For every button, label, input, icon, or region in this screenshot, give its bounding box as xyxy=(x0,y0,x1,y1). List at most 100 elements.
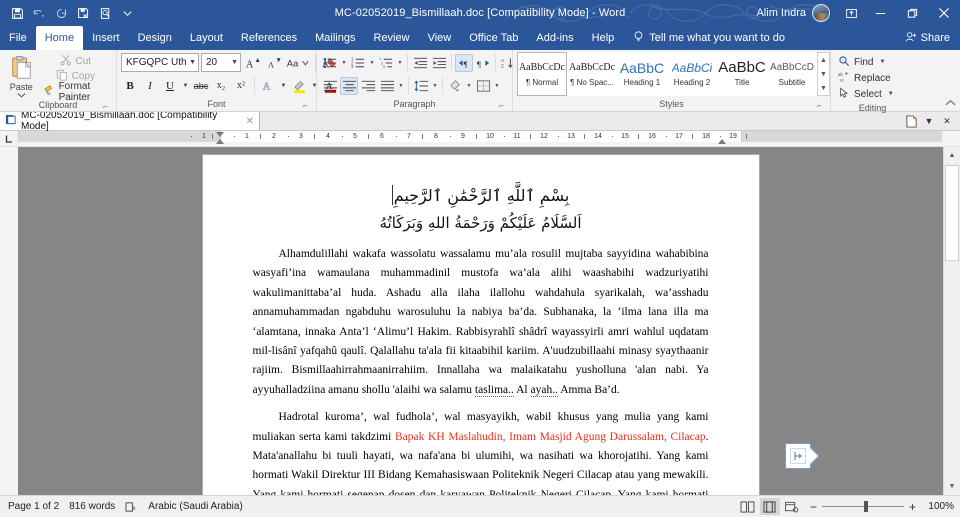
ltr-text-direction-button[interactable]: ¶ xyxy=(455,53,473,72)
dialog-launcher-icon[interactable]: ⌐ xyxy=(301,101,310,110)
scroll-up-icon[interactable]: ▲ xyxy=(818,53,829,67)
tab-file[interactable]: File xyxy=(0,26,36,50)
web-layout-icon[interactable] xyxy=(782,498,802,515)
tab-review[interactable]: Review xyxy=(365,26,419,50)
increase-indent-button[interactable] xyxy=(430,54,448,72)
multilevel-list-button[interactable]: 123 xyxy=(377,54,395,72)
scroll-up-icon[interactable]: ▲ xyxy=(944,147,960,164)
bold-button[interactable]: B xyxy=(121,77,139,95)
style-heading-1[interactable]: AaBbC Heading 1 xyxy=(617,52,667,96)
change-case-button[interactable]: Aa xyxy=(285,53,311,72)
format-painter-button[interactable]: Format Painter xyxy=(39,81,112,103)
language-indicator[interactable]: Arabic (Saudi Arabia) xyxy=(146,501,251,512)
superscript-button[interactable]: x² xyxy=(232,77,250,95)
hanging-indent-marker[interactable] xyxy=(216,139,224,144)
tab-insert[interactable]: Insert xyxy=(83,26,129,50)
dialog-launcher-icon[interactable]: ⌐ xyxy=(815,101,824,110)
share-button[interactable]: Share xyxy=(905,26,960,50)
strikethrough-button[interactable]: abc xyxy=(192,77,210,95)
shrink-font-button[interactable]: A ▼ xyxy=(264,53,283,72)
close-icon[interactable]: ✕ xyxy=(939,114,955,129)
justify-dropdown[interactable]: ▼ xyxy=(397,77,405,95)
numbering-button[interactable]: 123 xyxy=(349,54,367,72)
minimize-icon[interactable] xyxy=(864,0,896,26)
numbering-dropdown[interactable]: ▼ xyxy=(368,54,376,72)
borders-dropdown[interactable]: ▼ xyxy=(493,77,501,95)
text-effects-button[interactable]: A xyxy=(259,77,277,95)
bullets-button[interactable] xyxy=(321,54,339,72)
shading-button[interactable] xyxy=(446,77,464,95)
styles-more-icon[interactable]: ▼ xyxy=(818,81,829,95)
zoom-slider[interactable]: − + xyxy=(810,500,916,514)
document-tab[interactable]: MC-02052019_Bismillaah.doc [Compatibilit… xyxy=(0,110,260,132)
read-mode-icon[interactable] xyxy=(738,498,758,515)
tab-layout[interactable]: Layout xyxy=(181,26,232,50)
align-left-button[interactable] xyxy=(321,77,339,95)
text-effects-dropdown[interactable]: ▼ xyxy=(279,77,288,95)
redo-icon[interactable] xyxy=(50,2,72,24)
proofing-errors-icon[interactable]: x xyxy=(123,501,146,513)
tell-me-search[interactable]: Tell me what you want to do xyxy=(623,26,785,50)
spelling-error-taslima[interactable]: taslima.. xyxy=(474,383,514,397)
cut-button[interactable]: Cut xyxy=(39,54,112,69)
navigation-expand-button[interactable] xyxy=(784,443,820,469)
page-indicator[interactable]: Page 1 of 2 xyxy=(6,501,67,512)
rtl-text-direction-button[interactable]: ¶ xyxy=(474,54,492,72)
tab-help[interactable]: Help xyxy=(583,26,624,50)
multilevel-list-dropdown[interactable]: ▼ xyxy=(396,54,404,72)
style-subtitle[interactable]: AaBbCcD Subtitle xyxy=(767,52,817,96)
undo-icon[interactable] xyxy=(28,2,50,24)
close-icon[interactable] xyxy=(928,0,960,26)
spelling-error-ayah[interactable]: ayah.. xyxy=(530,383,558,397)
tab-mailings[interactable]: Mailings xyxy=(306,26,364,50)
underline-dropdown[interactable]: ▼ xyxy=(181,77,190,95)
italic-button[interactable]: I xyxy=(141,77,159,95)
customize-qat-icon[interactable] xyxy=(116,2,138,24)
select-button[interactable]: Select ▼ xyxy=(835,86,897,102)
subscript-button[interactable]: x₂ xyxy=(212,77,230,95)
align-center-button[interactable] xyxy=(340,76,358,95)
ribbon-display-options-icon[interactable] xyxy=(838,0,864,26)
first-line-indent-marker[interactable] xyxy=(216,132,224,137)
right-indent-marker[interactable] xyxy=(718,139,726,144)
vertical-ruler[interactable]: · · · · · · · xyxy=(0,147,18,495)
bullets-dropdown[interactable]: ▼ xyxy=(340,54,348,72)
line-spacing-dropdown[interactable]: ▼ xyxy=(431,77,439,95)
style-normal[interactable]: AaBbCcDc ¶ Normal xyxy=(517,52,567,96)
tab-references[interactable]: References xyxy=(232,26,306,50)
paste-button[interactable]: Paste xyxy=(4,52,39,99)
chevron-down-icon[interactable]: ▼ xyxy=(921,114,937,129)
tab-home[interactable]: Home xyxy=(35,26,84,50)
dialog-launcher-icon[interactable]: ⌐ xyxy=(101,102,110,111)
line-spacing-button[interactable] xyxy=(412,77,430,95)
vertical-scrollbar[interactable]: ▲ ▼ xyxy=(943,147,960,495)
tab-add-ins[interactable]: Add-ins xyxy=(527,26,582,50)
borders-button[interactable] xyxy=(474,77,492,95)
avatar[interactable] xyxy=(812,4,830,22)
chevron-down-icon[interactable]: ▼ xyxy=(879,59,885,65)
quick-print-icon[interactable] xyxy=(72,2,94,24)
font-name-combo[interactable]: KFGQPC Uth ▼ xyxy=(121,53,199,72)
restore-icon[interactable] xyxy=(896,0,928,26)
styles-scrollbar[interactable]: ▲ ▼ ▼ xyxy=(817,52,830,96)
grow-font-button[interactable]: A ▲ xyxy=(243,53,262,72)
document-page[interactable]: بِسْمِ ٱللَّهِ ٱلرَّحْمَٰنِ ٱلرَّحِيمِ ا… xyxy=(202,155,820,495)
chevron-down-icon[interactable]: ▼ xyxy=(888,91,894,97)
find-button[interactable]: Find ▼ xyxy=(835,54,888,70)
print-layout-icon[interactable] xyxy=(759,498,780,515)
replace-button[interactable]: ab ac Replace xyxy=(835,70,894,86)
tab-view[interactable]: View xyxy=(419,26,461,50)
justify-button[interactable] xyxy=(378,77,396,95)
paragraph-2[interactable]: Hadrotal kuroma’, wal fudhola’, wal masy… xyxy=(253,408,709,495)
align-right-button[interactable] xyxy=(359,77,377,95)
zoom-out-button[interactable]: − xyxy=(810,500,817,514)
zoom-handle[interactable] xyxy=(863,501,868,512)
dialog-launcher-icon[interactable]: ⌐ xyxy=(497,101,506,110)
underline-button[interactable]: U xyxy=(161,77,179,95)
shading-dropdown[interactable]: ▼ xyxy=(465,77,473,95)
collapse-ribbon-button[interactable] xyxy=(945,99,956,109)
font-size-combo[interactable]: 20 ▼ xyxy=(201,53,241,72)
zoom-track[interactable] xyxy=(821,501,904,512)
paragraph-1[interactable]: Alhamdulillahi wakafa wassolatu wassalam… xyxy=(253,245,709,400)
zoom-in-button[interactable]: + xyxy=(909,500,916,514)
